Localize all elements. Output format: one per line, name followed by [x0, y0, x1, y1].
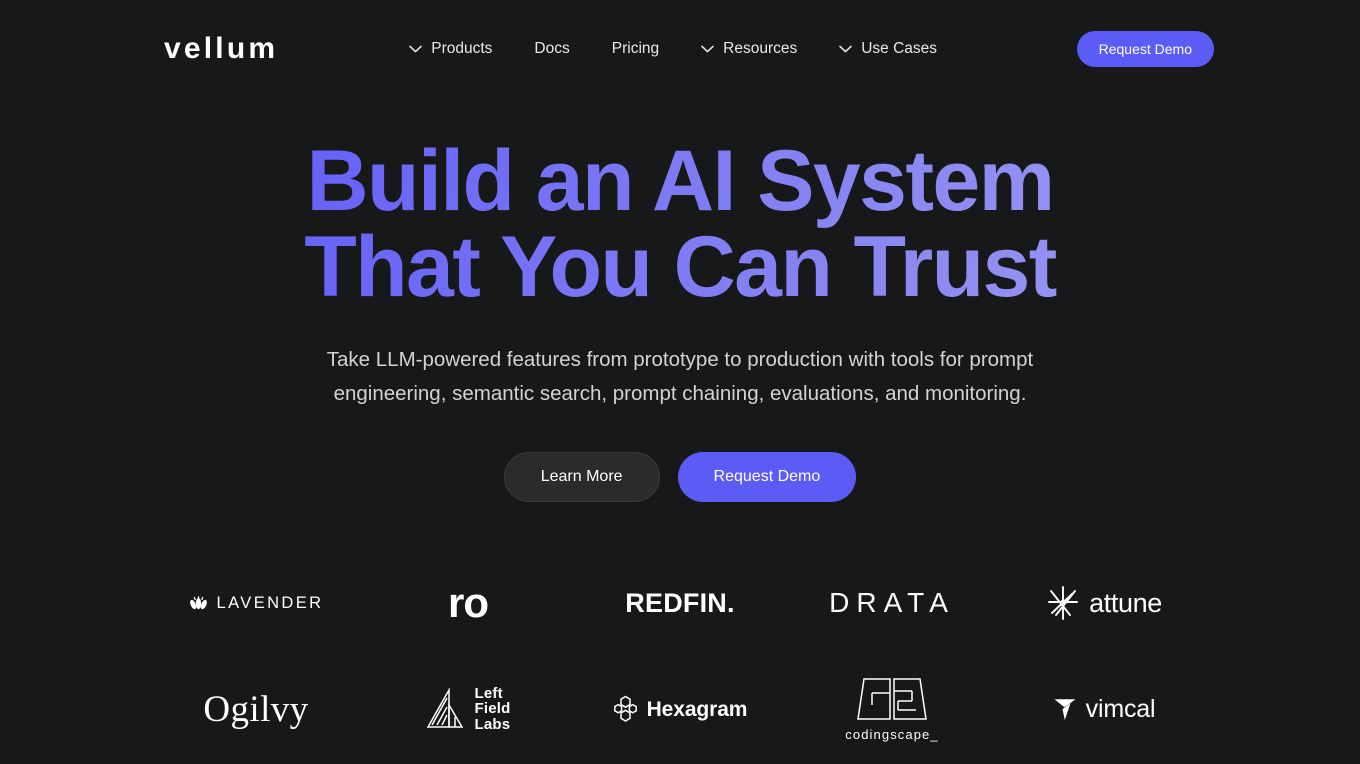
logo-redfin[interactable]: REDFIN. [625, 587, 735, 618]
logo-label: Hexagram [646, 697, 748, 721]
logo-ogilvy[interactable]: Ogilvy [203, 691, 308, 728]
nav-item-label: Resources [723, 40, 798, 58]
hexagram-honeycomb-icon [613, 695, 638, 723]
nav-item-use-cases[interactable]: Use Cases [818, 41, 958, 57]
logo-label: ro [448, 579, 489, 626]
hero-cta-row: Learn More Request Demo [0, 452, 1360, 502]
customer-logo-wall: LAVENDER ro REDFIN. DRATA attune Ogilvy … [0, 550, 1360, 762]
hero-request-demo-button[interactable]: Request Demo [677, 452, 857, 502]
hero-subtitle: Take LLM-powered features from prototype… [326, 348, 1034, 405]
vellum-logo[interactable]: vellum [164, 34, 278, 64]
learn-more-button[interactable]: Learn More [503, 452, 660, 502]
logo-row-2: Ogilvy Left Field Labs Hexagram codingsc… [150, 656, 1210, 762]
headline-line-1: Build an AI System [306, 133, 1054, 229]
page-title: Build an AI System That You Can Trust [0, 138, 1360, 310]
logo-label: Ogilvy [203, 688, 309, 730]
logo-label-line-2: Field [474, 700, 511, 718]
vimcal-plane-icon [1053, 696, 1077, 722]
chevron-down-icon [409, 45, 423, 53]
nav-item-label: Pricing [611, 40, 660, 58]
attune-starburst-icon [1046, 585, 1080, 621]
nav-item-resources[interactable]: Resources [680, 41, 818, 57]
logo-drata[interactable]: DRATA [829, 589, 955, 617]
lavender-flower-icon [189, 595, 208, 612]
main-navigation: Products Docs Pricing Resources Use Case… [388, 41, 958, 57]
nav-item-label: Products [431, 40, 493, 58]
logo-left-field-labs[interactable]: Left Field Labs [425, 686, 510, 733]
logo-label-line-3: Labs [474, 715, 511, 733]
logo-label: vimcal [1085, 694, 1156, 723]
logo-label: DRATA [829, 587, 955, 618]
nav-item-docs[interactable]: Docs [513, 41, 590, 57]
codingscape-cs-monogram-icon [854, 677, 930, 721]
site-header: vellum Products Docs Pricing Resources U… [0, 0, 1360, 98]
left-field-labs-triangle-icon [425, 688, 465, 730]
logo-label: REDFIN. [625, 587, 735, 618]
nav-item-products[interactable]: Products [388, 41, 513, 57]
nav-item-pricing[interactable]: Pricing [591, 41, 680, 57]
logo-vimcal[interactable]: vimcal [1053, 696, 1156, 722]
headline-line-2: That You Can Trust [304, 219, 1056, 315]
logo-label: attune [1089, 587, 1162, 618]
logo-attune[interactable]: attune [1046, 585, 1162, 621]
chevron-down-icon [701, 45, 714, 53]
logo-lavender[interactable]: LAVENDER [189, 594, 324, 613]
header-request-demo-button[interactable]: Request Demo [1076, 31, 1214, 67]
nav-item-label: Docs [534, 40, 570, 58]
chevron-down-icon [839, 45, 853, 53]
logo-hexagram[interactable]: Hexagram [613, 695, 748, 723]
logo-row-1: LAVENDER ro REDFIN. DRATA attune [150, 550, 1210, 656]
logo-label-line-1: Left [474, 684, 503, 702]
nav-item-label: Use Cases [861, 40, 938, 58]
logo-label: codingscape_ [845, 727, 939, 742]
logo-codingscape[interactable]: codingscape_ [845, 677, 938, 741]
logo-label: Left Field Labs [474, 686, 510, 733]
logo-label: LAVENDER [216, 593, 324, 612]
hero-section: Build an AI System That You Can Trust Ta… [0, 98, 1360, 762]
logo-ro[interactable]: ro [448, 579, 489, 626]
